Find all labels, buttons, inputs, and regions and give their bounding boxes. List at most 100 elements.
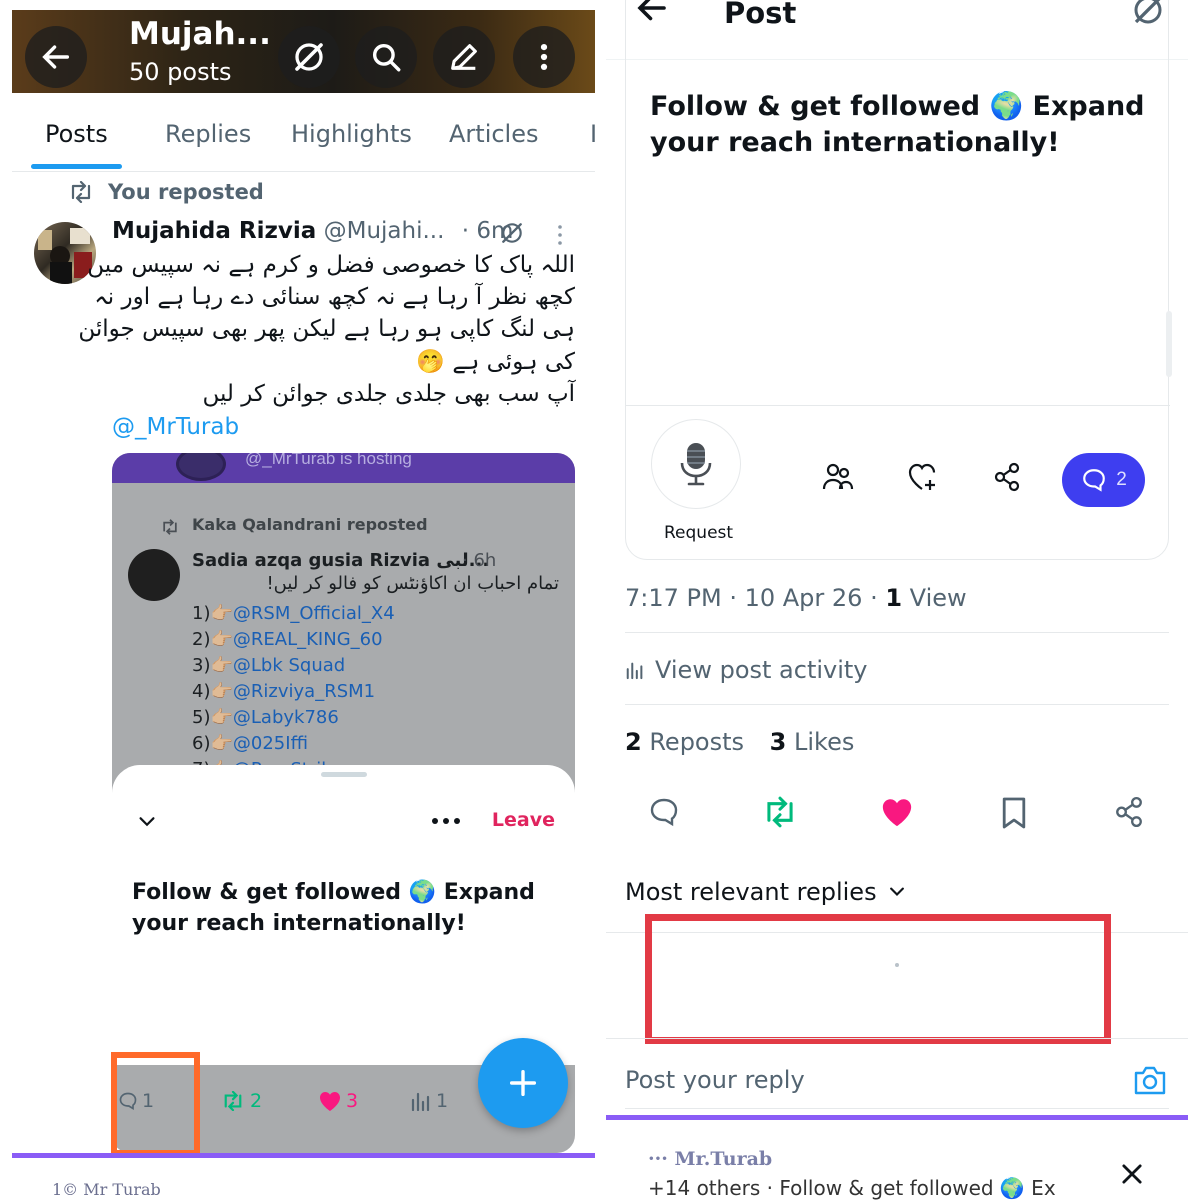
- view-label: View: [902, 584, 967, 612]
- list-item: 3)👉🏼@Lbk Squad: [192, 655, 346, 676]
- bar-chart-icon: [411, 1092, 430, 1111]
- truncated-bottom-text: 1© Mr Turab: [52, 1180, 161, 1199]
- grok-icon: [502, 223, 522, 243]
- author-name[interactable]: Mujahida Rizvia: [112, 218, 316, 244]
- reply-input[interactable]: Post your reply: [625, 1066, 805, 1094]
- space-host-text: @_MrTurab is hosting: [245, 453, 412, 468]
- space-title: Follow & get followed 🌍 Expand your reac…: [132, 880, 535, 936]
- repost-context: You reposted: [68, 178, 264, 206]
- space-host-avatar: [176, 453, 226, 481]
- embed-list: 1)👉🏼@RSM_Official_X4 2)👉🏼@REAL_KING_60 3…: [192, 601, 395, 783]
- repost-icon[interactable]: [762, 796, 798, 828]
- profile-screen: Mujah... 50 posts Posts Replies Highligh…: [12, 0, 595, 1200]
- request-label: Request: [664, 523, 734, 543]
- embed-time: · 6h: [462, 550, 497, 571]
- profile-tabs: Posts Replies Highlights Articles I: [12, 96, 595, 172]
- bar-chart-icon: [626, 662, 643, 680]
- heart-icon: [320, 1092, 340, 1111]
- microphone-icon: [680, 443, 712, 486]
- highlight-box: [645, 914, 1111, 1044]
- repost-action[interactable]: 2: [220, 1090, 262, 1112]
- repost-icon: [163, 519, 177, 535]
- engagement-stats: 2 Reposts 3 Likes: [625, 728, 854, 756]
- arrow-left-icon: [42, 45, 70, 69]
- drag-handle[interactable]: [321, 772, 367, 777]
- more-vertical-icon: [540, 43, 548, 71]
- post-text-line: آپ سب بھی جلدی جلدی جوائن کر لیں: [202, 381, 575, 407]
- post-timestamp: 7:17 PM · 10 Apr 26 ·: [625, 584, 886, 612]
- space-chat-button[interactable]: 2: [1062, 453, 1145, 507]
- mention-link[interactable]: @_MrTurab: [112, 414, 239, 440]
- space-banner: @_MrTurab is hosting: [112, 453, 575, 483]
- repost-label: You reposted: [108, 180, 264, 204]
- more-vertical-icon: [558, 225, 562, 245]
- more-horizontal-icon: [432, 818, 460, 824]
- post-author-row: Mujahida Rizvia @Mujahi... · 6m: [112, 218, 582, 250]
- repost-icon: [224, 1091, 242, 1111]
- embed-author: Sadia azqa gusia Rizvia لبی...: [192, 550, 490, 571]
- view-count: 1: [885, 584, 903, 612]
- tab-posts[interactable]: Posts: [45, 120, 108, 148]
- reply-composer[interactable]: Post your reply: [625, 1064, 1169, 1108]
- grok-button[interactable]: [278, 26, 340, 88]
- like-count: 3: [346, 1090, 359, 1112]
- pencil-icon: [451, 44, 477, 70]
- divider: [625, 632, 1169, 633]
- chevron-down-icon: [139, 817, 155, 827]
- post-count: 50 posts: [129, 58, 232, 86]
- post-meta: 7:17 PM · 10 Apr 26 · 1 View: [625, 584, 967, 612]
- tab-highlights[interactable]: Highlights: [291, 120, 412, 148]
- chevron-down-icon: [889, 887, 904, 897]
- search-button[interactable]: [355, 26, 417, 88]
- chat-count: 2: [1116, 469, 1127, 490]
- author-handle[interactable]: @Mujahi...: [324, 218, 445, 244]
- post-text-line: اللہ پاک کا خصوصی فضل و کرم ہے نہ سپیس م…: [87, 252, 575, 278]
- bookmark-icon[interactable]: [1000, 796, 1028, 830]
- active-tab-indicator: [31, 164, 122, 169]
- people-icon[interactable]: [822, 462, 854, 492]
- embed-body: تمام احباب ان اکاؤنٹس کو فالو کر لیں!: [266, 573, 559, 594]
- view-activity-label: View post activity: [655, 656, 868, 684]
- heart-plus-icon[interactable]: [907, 462, 939, 492]
- tab-replies[interactable]: Replies: [165, 120, 251, 148]
- view-activity-link[interactable]: View post activity: [625, 656, 868, 684]
- plus-icon: [509, 1069, 537, 1097]
- repost-count: 2: [250, 1090, 263, 1112]
- reply-sort-dropdown[interactable]: Most relevant replies: [625, 878, 907, 906]
- request-mic-button[interactable]: [651, 419, 741, 509]
- tab-media[interactable]: I: [590, 120, 595, 148]
- profile-header: Mujah... 50 posts: [12, 10, 595, 93]
- close-icon[interactable]: [1118, 1160, 1146, 1188]
- search-icon: [372, 43, 401, 72]
- profile-name: Mujah...: [129, 16, 271, 52]
- share-icon[interactable]: [993, 462, 1021, 492]
- camera-icon[interactable]: [1133, 1064, 1167, 1096]
- space-bar-text: +14 others · Follow & get followed 🌍 Ex: [648, 1176, 1056, 1200]
- chat-bubble-icon: [1083, 469, 1106, 492]
- space-card[interactable]: Follow & get followed 🌍 Expand your reac…: [625, 0, 1172, 560]
- divider: [625, 1108, 1169, 1109]
- back-button[interactable]: [25, 26, 87, 88]
- divider: [606, 1038, 1188, 1039]
- card-scroll-edge: [1166, 311, 1172, 377]
- list-item: 5)👉🏼@Labyk786: [192, 707, 339, 728]
- tab-articles[interactable]: Articles: [449, 120, 539, 148]
- heart-icon[interactable]: [880, 796, 914, 828]
- card-divider: [626, 405, 1170, 406]
- post-text-line: کی ہوئی ہے 🤭: [416, 349, 575, 375]
- space-card-title: Follow & get followed 🌍 Expand your reac…: [650, 91, 1145, 158]
- like-action[interactable]: 3: [318, 1090, 358, 1112]
- grok-icon: [295, 43, 323, 71]
- view-count: 1: [436, 1090, 449, 1112]
- space-bottom-sheet: Leave Follow & get followed 🌍 Expand you…: [112, 765, 575, 1065]
- likes-stat[interactable]: 3 Likes: [770, 728, 855, 756]
- leave-button[interactable]: Leave: [492, 809, 555, 831]
- reposts-stat[interactable]: 2 Reposts: [625, 728, 744, 756]
- edit-button[interactable]: [433, 26, 495, 88]
- embed-avatar: [128, 549, 180, 601]
- views-action[interactable]: 1: [410, 1090, 448, 1112]
- compose-button[interactable]: [478, 1038, 568, 1128]
- reply-icon[interactable]: [648, 796, 680, 828]
- more-button[interactable]: [513, 26, 575, 88]
- share-icon[interactable]: [1114, 796, 1144, 828]
